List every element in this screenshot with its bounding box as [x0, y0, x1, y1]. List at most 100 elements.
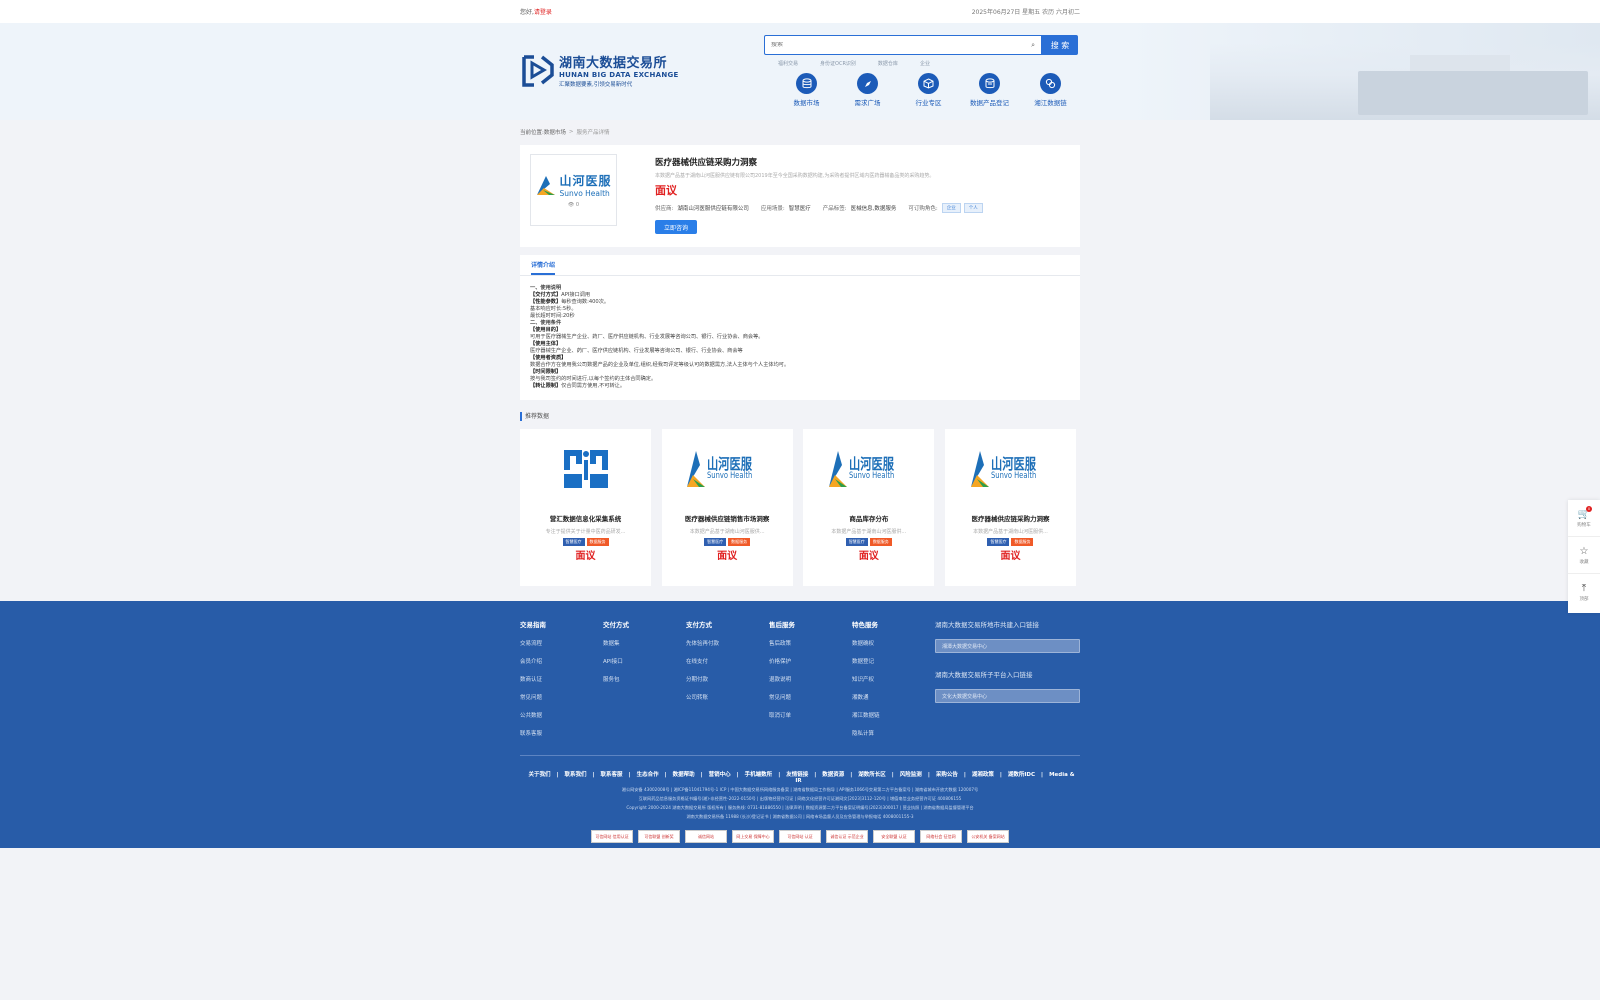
float-cart[interactable]: 🛒 0 购物车 [1568, 500, 1600, 537]
trust-badge[interactable]: 安全联盟 认证 [873, 830, 915, 843]
trust-badge[interactable]: 网上交易 保障中心 [732, 830, 774, 843]
database-icon [796, 73, 817, 94]
entry1-select[interactable]: 湘潭大数据交易中心 [935, 639, 1080, 653]
float-favorite[interactable]: ☆ 收藏 [1568, 537, 1600, 574]
footer-bottom-link[interactable]: 湖湘政策 [972, 772, 994, 778]
recommend-card[interactable]: 山河医服 Sunvo Health 商品库存分布 本数据产品基于湖南山河医服供... 智… [803, 429, 935, 586]
trust-badge[interactable]: 诚信认证 示范企业 [826, 830, 868, 843]
detail-line: 一、使用说明 [530, 285, 1070, 292]
trust-badge[interactable]: 诚信网站 [685, 830, 727, 843]
recommend-card[interactable]: 山河医服 Sunvo Health 医疗器械供应链采购力洞察 本数据产品基于湖南山河医… [944, 429, 1076, 586]
nav-product-register[interactable]: 数据产品登记 [959, 73, 1020, 107]
top-bar: 您好,请登录 2025年06月27日 星期五 农历 六月初二 [0, 0, 1600, 23]
footer-column: 交付方式 数据集 API接口 服务包 [603, 619, 686, 747]
search-button[interactable]: 搜 索 [1042, 35, 1078, 55]
footer-record-3: 湖南大数据交易所备 11988 (长沙)登记证书 | 湖南省数据公司 | 网络市… [686, 814, 914, 819]
consult-button[interactable]: 立即咨询 [655, 220, 697, 234]
entry2-select[interactable]: 文化大数据交易中心 [935, 689, 1080, 703]
footer-link[interactable]: 公司转账 [686, 693, 769, 701]
footer-bottom-link[interactable]: 数据资源 [822, 772, 844, 778]
footer-link[interactable]: 湘数通 [852, 693, 935, 701]
footer-link[interactable]: 湘江数据链 [852, 711, 935, 719]
search-input[interactable] [771, 42, 1032, 48]
footer-link[interactable]: 数据确权 [852, 639, 935, 647]
footer-link[interactable]: 会员介绍 [520, 657, 603, 665]
nav-demand-square[interactable]: 需求广场 [837, 73, 898, 107]
product-title: 医疗器械供应链采购力洞察 [655, 158, 758, 168]
detail-line-key: 【转让限制】 [530, 383, 562, 389]
recommend-price: 面议 [575, 551, 596, 562]
detail-line: 数据合作方在使用我公司数据产品的企业及单位,组织,经我司评定等级认可的数据需方,… [530, 362, 1070, 369]
footer-link[interactable]: 常见问题 [769, 693, 852, 701]
footer-link[interactable]: 分期付款 [686, 675, 769, 683]
float-top[interactable]: ⤒ 顶部 [1568, 574, 1600, 611]
detail-tabs: 详情介绍 [520, 255, 1080, 276]
breadcrumb-data-market[interactable]: 数据市场 [544, 128, 566, 136]
footer-bottom-link[interactable]: 联系客服 [601, 772, 623, 778]
footer-link[interactable]: 数据登记 [852, 657, 935, 665]
footer-bottom-link[interactable]: 关于我们 [528, 772, 550, 778]
footer-link[interactable]: 退款说明 [769, 675, 852, 683]
footer-link[interactable]: 数据集 [603, 639, 686, 647]
footer-link[interactable]: API接口 [603, 657, 686, 665]
trust-badge[interactable]: 可信联盟 创新奖 [638, 830, 680, 843]
product-description: 本数据产品基于湖南山河医服供应链有限公司2019年至今全国采购数据构建,为采购者… [655, 173, 935, 179]
hot-word[interactable]: 企业 [920, 60, 930, 67]
link-separator: | [963, 772, 966, 778]
footer-bottom-link[interactable]: 采购公告 [936, 772, 958, 778]
trust-badge[interactable]: 可信网站 认证 [779, 830, 821, 843]
nav-xiangjiang-chain[interactable]: 湘江数据链 [1020, 73, 1081, 107]
recommend-card[interactable]: 营汇数据信息化采集系统 专注于提供关于计量中医药品研发... 智慧医疗 数据服务 面议 [520, 429, 651, 586]
nav-industry-zone[interactable]: 行业专区 [898, 73, 959, 107]
detail-line: 【时间限制】 [530, 369, 1070, 376]
footer-link[interactable]: 价格保护 [769, 657, 852, 665]
footer-link[interactable]: 先体验再付款 [686, 639, 769, 647]
search-icon[interactable]: ⌕ [1031, 41, 1035, 50]
recommend-tag: 智慧医疗 [845, 538, 868, 546]
recommend-card[interactable]: 山河医服 Sunvo Health 医疗器械供应链销售市场洞察 本数据产品基于湖南山河… [661, 429, 793, 586]
footer-link[interactable]: 取消订单 [769, 711, 852, 719]
recommend-title: 推荐数据 [520, 412, 1080, 421]
recommend-tags: 智慧医疗 数据服务 [987, 538, 1034, 546]
hot-word[interactable]: 数据仓库 [878, 60, 898, 67]
footer-link[interactable]: 隐私计算 [852, 729, 935, 737]
footer-links: 关于我们 | 联系我们 | 联系客服 | 生态合作 | 数据帮助 | 营销中心 | 手机端数所 | 友情链接… [520, 770, 1080, 784]
footer-bottom-link[interactable]: 营销中心 [709, 772, 731, 778]
tab-detail[interactable]: 详情介绍 [531, 260, 556, 275]
detail-line: 【使用者资质】 [530, 355, 1070, 362]
sunvo-logo-icon [829, 451, 848, 487]
sunvo-logo: 山河医服 Sunvo Health [535, 172, 611, 198]
hot-word[interactable]: 身份证OCR识别 [820, 60, 856, 67]
footer-bottom-link[interactable]: 数据帮助 [673, 772, 695, 778]
role-tag-enterprise: 企业 [941, 203, 961, 213]
trust-badge[interactable]: 网络社会 征信网 [920, 830, 962, 843]
footer-bottom-link[interactable]: 生态合作 [637, 772, 659, 778]
hot-word[interactable]: 福利交易 [778, 60, 798, 67]
footer-bottom-link[interactable]: 风险监测 [900, 772, 922, 778]
nav-data-market[interactable]: 数据市场 [776, 73, 837, 107]
footer-bottom-link[interactable]: 湖数所IDC [1008, 772, 1035, 778]
footer-link[interactable]: 售后政策 [769, 639, 852, 647]
footer-link[interactable]: 联系客服 [520, 729, 603, 737]
footer-link[interactable]: 服务包 [603, 675, 686, 683]
trust-badge[interactable]: 可信网站 信用认证 [591, 830, 633, 843]
footer-bottom-link[interactable]: 联系我们 [565, 772, 587, 778]
trust-badge[interactable]: 公安机关 备案网站 [967, 830, 1009, 843]
footer-link[interactable]: 公共数据 [520, 711, 603, 719]
footer-link[interactable]: 知识产权 [852, 675, 935, 683]
breadcrumb: 当前位置: 数据市场 > 服务产品详情 [520, 120, 1080, 144]
footer-bottom-link[interactable]: 湖数所长区 [858, 772, 886, 778]
footer-link[interactable]: 数商认证 [520, 675, 603, 683]
footer-bottom-link[interactable]: 手机端数所 [745, 772, 773, 778]
view-count: 👁 0 [568, 202, 579, 208]
detail-line-text: 数据合作方在使用我公司数据产品的企业及单位,组织,经我司评定等级认可的数据需方,… [530, 362, 790, 368]
link-separator: | [592, 772, 595, 778]
building-banner [1210, 43, 1600, 120]
footer-link[interactable]: 交易流程 [520, 639, 603, 647]
recommend-tag: 智慧医疗 [704, 538, 727, 546]
footer-link[interactable]: 常见问题 [520, 693, 603, 701]
site-logo[interactable]: 湖南大数据交易所 HUNAN BIG DATA EXCHANGE 汇聚数据要素,… [520, 51, 679, 89]
hot-words: 福利交易 身份证OCR识别 数据仓库 企业 [778, 60, 952, 67]
footer-link[interactable]: 在线支付 [686, 657, 769, 665]
login-link[interactable]: 请登录 [534, 9, 552, 16]
